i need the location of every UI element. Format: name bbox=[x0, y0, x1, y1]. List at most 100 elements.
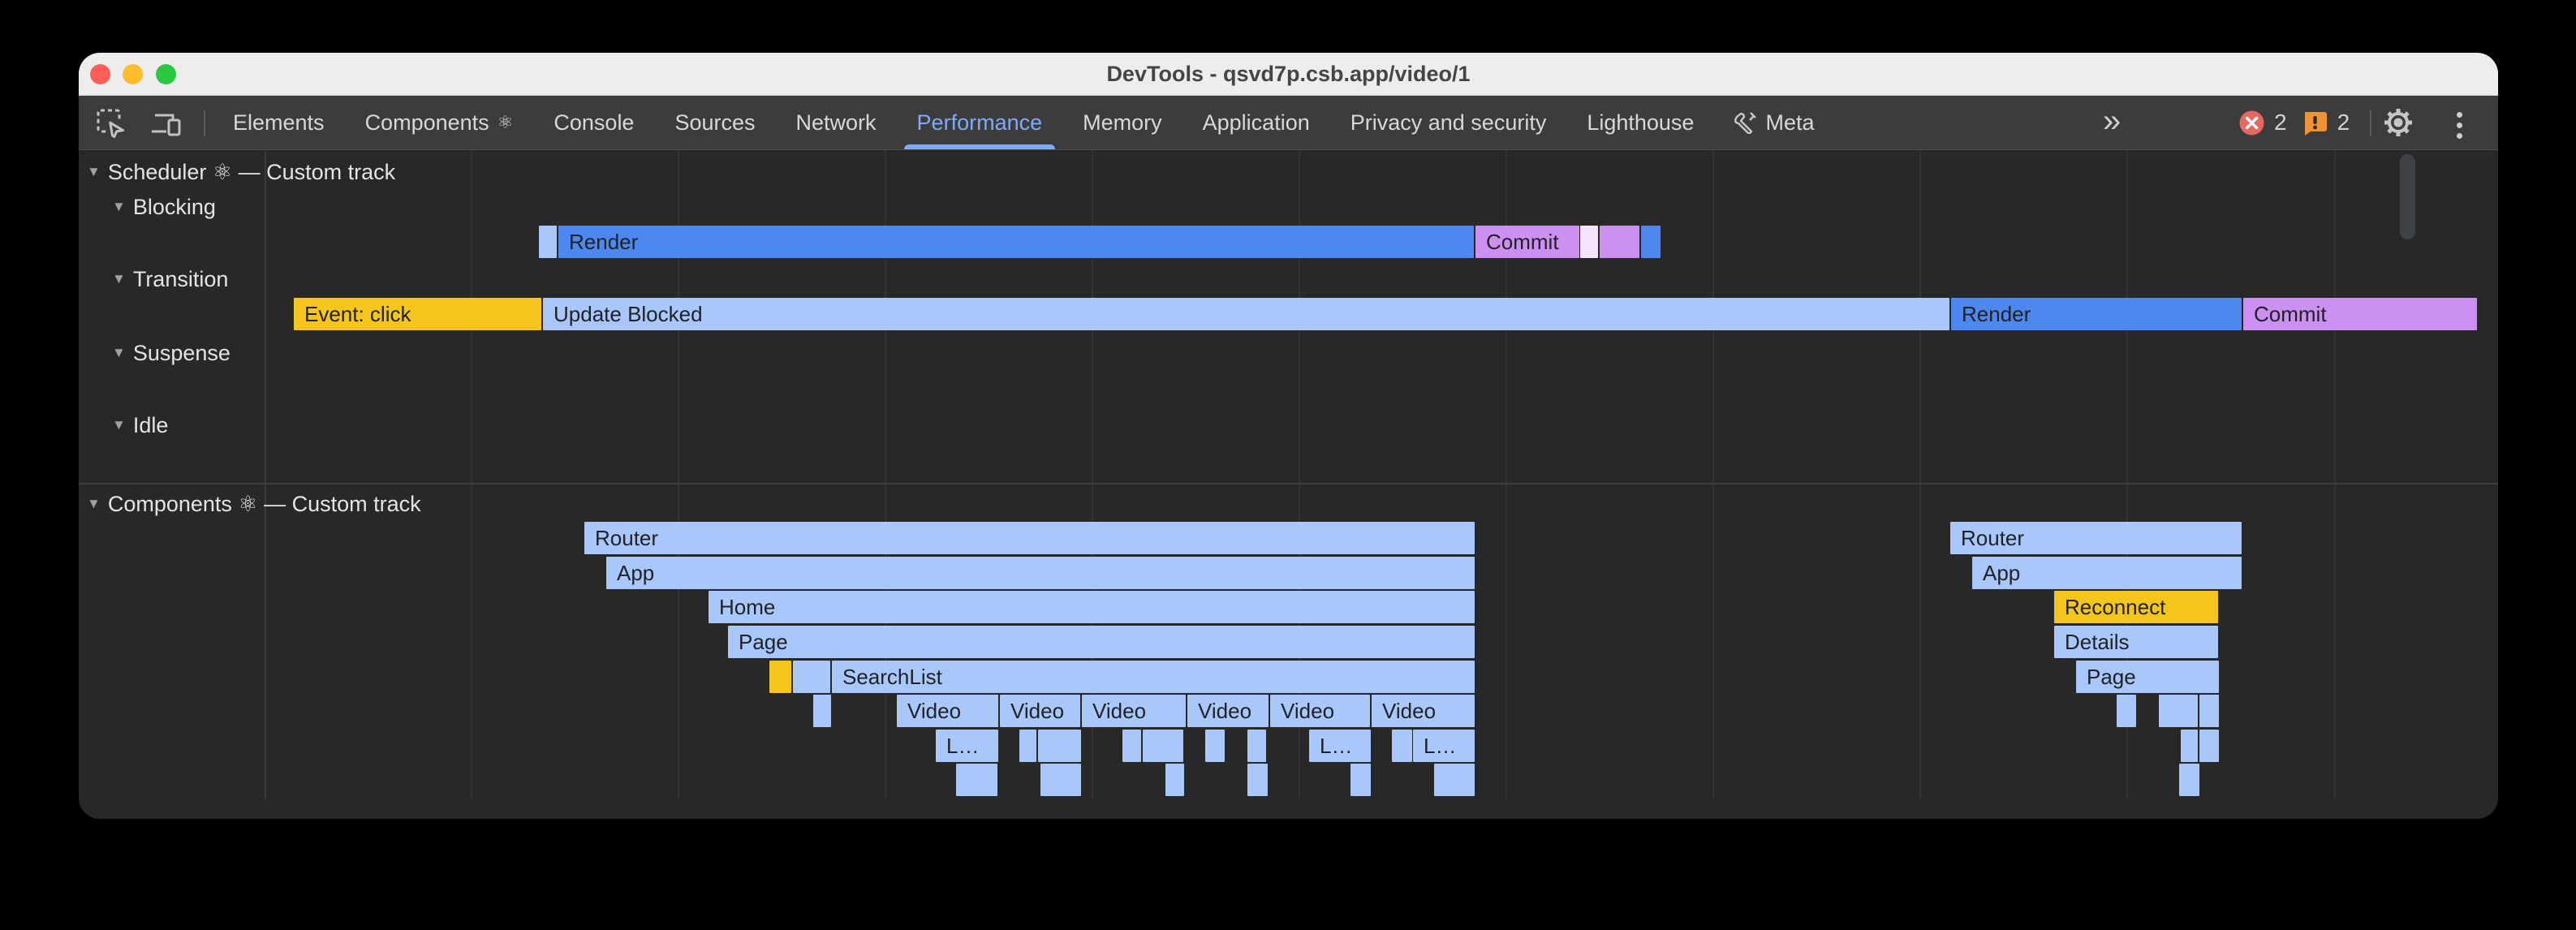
flame-bar[interactable] bbox=[1019, 730, 1036, 762]
track-label-components[interactable]: ▼Components ⚛ — Custom track bbox=[87, 488, 421, 520]
track-label-idle[interactable]: ▼Idle bbox=[112, 409, 168, 441]
flame-bar-router[interactable]: Router bbox=[584, 522, 1475, 554]
track-label-text: Scheduler ⚛ — Custom track bbox=[108, 156, 395, 188]
error-count-icon[interactable] bbox=[2239, 110, 2264, 136]
gridline bbox=[471, 151, 472, 799]
flame-bar-app[interactable]: App bbox=[606, 557, 1475, 589]
flame-bar[interactable] bbox=[956, 764, 997, 796]
flame-bar-page[interactable]: Page bbox=[728, 626, 1475, 658]
flame-bar-searchlist[interactable]: SearchList bbox=[832, 661, 1475, 693]
collapse-triangle-icon[interactable]: ▼ bbox=[87, 488, 101, 520]
flame-bar[interactable] bbox=[2179, 764, 2199, 796]
tab-label: Lighthouse bbox=[1587, 96, 1694, 149]
warning-count-icon[interactable] bbox=[2302, 110, 2328, 136]
flame-bar[interactable] bbox=[1038, 730, 1081, 762]
flame-bar[interactable] bbox=[2199, 730, 2219, 762]
flame-bar[interactable] bbox=[813, 695, 831, 727]
more-tabs-chevron-icon[interactable]: » bbox=[2103, 96, 2117, 149]
inspect-element-icon[interactable] bbox=[95, 107, 127, 140]
gridline bbox=[265, 151, 266, 799]
flame-bar[interactable] bbox=[1600, 226, 1639, 258]
flame-bar[interactable] bbox=[1641, 226, 1661, 258]
flame-bar-event-click[interactable]: Event: click bbox=[294, 298, 541, 330]
flame-bar-video[interactable]: Video bbox=[1000, 695, 1080, 727]
flame-bar[interactable] bbox=[1247, 730, 1266, 762]
flame-bar[interactable] bbox=[1165, 764, 1184, 796]
tab-lighthouse[interactable]: Lighthouse bbox=[1587, 96, 1694, 149]
flame-bar[interactable] bbox=[1247, 764, 1268, 796]
flame-bar-render[interactable]: Render bbox=[1951, 298, 2242, 330]
flame-bar-video[interactable]: Video bbox=[1372, 695, 1475, 727]
track-label-suspense[interactable]: ▼Suspense bbox=[112, 337, 230, 369]
flame-bar-video[interactable]: Video bbox=[1082, 695, 1186, 727]
flame-bar[interactable] bbox=[1580, 226, 1598, 258]
flame-bar-router[interactable]: Router bbox=[1950, 522, 2242, 554]
tab-network[interactable]: Network bbox=[796, 96, 877, 149]
tab-label: Elements bbox=[233, 96, 325, 149]
flame-bar-l[interactable]: L… bbox=[1413, 730, 1475, 762]
flame-bar-reconnect[interactable]: Reconnect bbox=[2054, 591, 2218, 623]
collapse-triangle-icon[interactable]: ▼ bbox=[112, 409, 126, 441]
flame-bar-render[interactable]: Render bbox=[558, 226, 1474, 258]
track-label-text: Blocking bbox=[133, 191, 216, 223]
track-label-transition[interactable]: ▼Transition bbox=[112, 263, 228, 295]
tab-memory[interactable]: Memory bbox=[1083, 96, 1162, 149]
flame-bar-app[interactable]: App bbox=[1972, 557, 2242, 589]
warning-count[interactable]: 2 bbox=[2337, 110, 2350, 136]
flame-bar-page[interactable]: Page bbox=[2076, 661, 2219, 693]
collapse-triangle-icon[interactable]: ▼ bbox=[112, 337, 126, 369]
flame-bar[interactable] bbox=[1434, 764, 1475, 796]
flame-bar-home[interactable]: Home bbox=[709, 591, 1475, 623]
flame-bar-video[interactable]: Video bbox=[1187, 695, 1269, 727]
tab-meta[interactable]: Meta bbox=[1734, 96, 1814, 149]
flame-bar-l[interactable]: L… bbox=[1309, 730, 1371, 762]
vertical-scrollbar[interactable] bbox=[2400, 154, 2415, 239]
tab-performance[interactable]: Performance bbox=[917, 96, 1043, 149]
performance-flame-chart: ▼Scheduler ⚛ — Custom track▼Blocking▼Tra… bbox=[79, 150, 2498, 819]
track-section-divider bbox=[79, 483, 2498, 484]
device-toolbar-icon[interactable] bbox=[150, 107, 183, 140]
flame-bar[interactable] bbox=[539, 226, 557, 258]
flame-bar-details[interactable]: Details bbox=[2054, 626, 2218, 658]
tab-elements[interactable]: Elements bbox=[233, 96, 325, 149]
collapse-triangle-icon[interactable]: ▼ bbox=[112, 263, 126, 295]
flame-bar[interactable] bbox=[1205, 730, 1225, 762]
flame-bar[interactable] bbox=[2199, 695, 2219, 727]
flame-bar[interactable] bbox=[1040, 764, 1081, 796]
tab-privacy-and-security[interactable]: Privacy and security bbox=[1350, 96, 1547, 149]
collapse-triangle-icon[interactable]: ▼ bbox=[87, 156, 101, 188]
track-label-blocking[interactable]: ▼Blocking bbox=[112, 191, 216, 223]
settings-gear-icon[interactable] bbox=[2382, 106, 2414, 139]
issues-badges: 2 2 bbox=[2239, 96, 2350, 149]
flame-bar[interactable] bbox=[1143, 730, 1183, 762]
toolbar-divider bbox=[2370, 110, 2371, 136]
track-label-text: Idle bbox=[133, 409, 169, 441]
flame-bar[interactable] bbox=[1350, 764, 1371, 796]
gridline bbox=[1712, 151, 1714, 799]
track-label-text: Transition bbox=[133, 263, 229, 295]
flame-bar-commit[interactable]: Commit bbox=[1475, 226, 1579, 258]
flame-bar[interactable] bbox=[793, 661, 830, 693]
tab-label: Components bbox=[365, 96, 489, 149]
flame-bar-l[interactable]: L… bbox=[936, 730, 998, 762]
collapse-triangle-icon[interactable]: ▼ bbox=[112, 191, 126, 223]
flame-bar-commit[interactable]: Commit bbox=[2243, 298, 2477, 330]
flame-bar-video[interactable]: Video bbox=[1270, 695, 1370, 727]
flame-bar[interactable] bbox=[1122, 730, 1141, 762]
flame-bar-video[interactable]: Video bbox=[897, 695, 998, 727]
tools-icon bbox=[1734, 111, 1757, 134]
flame-bar[interactable] bbox=[2159, 695, 2198, 727]
tab-application[interactable]: Application bbox=[1203, 96, 1310, 149]
tab-sources[interactable]: Sources bbox=[674, 96, 755, 149]
flame-bar[interactable] bbox=[2117, 695, 2136, 727]
flame-bar[interactable] bbox=[769, 661, 791, 693]
tab-components[interactable]: Components⚛ bbox=[365, 96, 514, 149]
track-label-scheduler[interactable]: ▼Scheduler ⚛ — Custom track bbox=[87, 156, 395, 188]
error-count[interactable]: 2 bbox=[2274, 110, 2287, 136]
flame-bar-update-blocked[interactable]: Update Blocked bbox=[543, 298, 1949, 330]
more-options-kebab-icon[interactable] bbox=[2457, 112, 2462, 139]
flame-bar[interactable] bbox=[2181, 730, 2198, 762]
tab-console[interactable]: Console bbox=[554, 96, 634, 149]
tab-label: Meta bbox=[1765, 96, 1814, 149]
flame-bar[interactable] bbox=[1392, 730, 1412, 762]
